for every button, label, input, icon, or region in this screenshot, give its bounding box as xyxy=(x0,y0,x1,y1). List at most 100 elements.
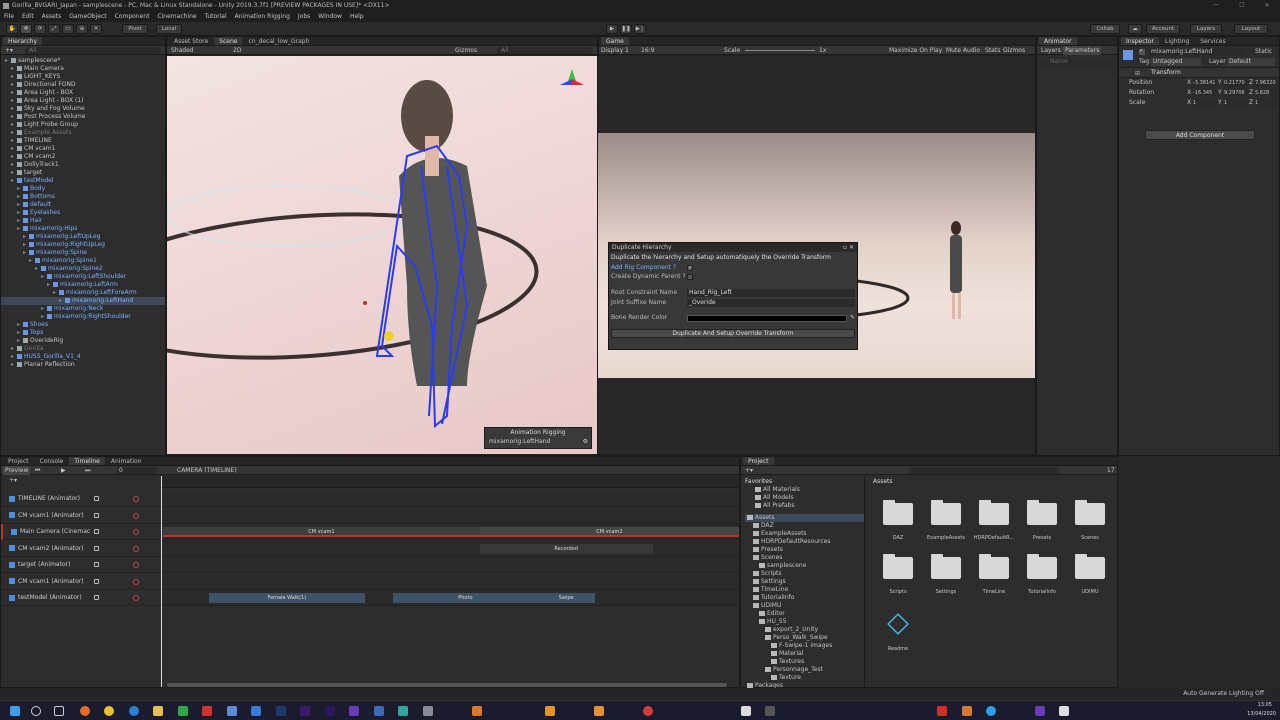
mail-icon[interactable] xyxy=(251,706,261,716)
record-icon[interactable] xyxy=(133,496,139,502)
edge-icon[interactable] xyxy=(129,706,139,716)
hierarchy-item[interactable]: ▸ Hair xyxy=(1,217,165,225)
hierarchy-item[interactable]: ▸ default xyxy=(1,201,165,209)
transform-x-field[interactable]: 1 xyxy=(1193,99,1217,107)
hierarchy-item[interactable]: ▸ Tops xyxy=(1,329,165,337)
hierarchy-item[interactable]: ▸ OverideRig xyxy=(1,337,165,345)
project-folder-item[interactable]: samplescene xyxy=(745,562,864,570)
project-folder-item[interactable]: Texture xyxy=(745,674,864,682)
folder-icon[interactable] xyxy=(883,554,913,579)
track-lane[interactable] xyxy=(163,491,739,507)
favorite-item[interactable]: All Models xyxy=(745,494,864,502)
hierarchy-item[interactable]: ▸ Bottoms xyxy=(1,193,165,201)
transform-z-field[interactable]: 1 xyxy=(1255,99,1279,107)
shading-mode-dropdown[interactable]: Shaded xyxy=(171,46,194,55)
project-folder-item[interactable]: Presets xyxy=(745,546,864,554)
timeline-track[interactable]: CM vcam1 (Animator) xyxy=(1,507,161,524)
bone-color-field[interactable] xyxy=(687,315,847,322)
firefox-icon[interactable] xyxy=(80,706,90,716)
tab-game[interactable]: Game xyxy=(601,37,629,45)
folder-icon[interactable] xyxy=(1027,500,1057,525)
project-folder-item[interactable]: Scenes xyxy=(745,554,864,562)
tab-project-bottom[interactable]: Project xyxy=(3,457,34,465)
record-icon[interactable] xyxy=(133,578,139,585)
app-icon-orange-2[interactable] xyxy=(545,706,555,716)
root-constraint-field[interactable]: Hand_Rig_Left xyxy=(687,289,855,297)
project-folder-item[interactable]: F-Swipe-1 images xyxy=(745,642,864,650)
add-track-button[interactable]: +▾ xyxy=(9,477,17,485)
app-icon-red-3[interactable] xyxy=(937,706,947,716)
add-rig-checkbox[interactable]: ✓ xyxy=(687,265,693,271)
hierarchy-item[interactable]: ▸ mixamorig:LeftHand xyxy=(1,297,165,305)
windows-start-icon[interactable] xyxy=(10,706,20,716)
timeline-track[interactable]: target (Animator) xyxy=(1,557,161,573)
project-folder-item[interactable]: Perso_Walk_Swipe xyxy=(745,634,864,642)
menu-cinemachine[interactable]: Cinemachine xyxy=(157,12,196,22)
track-lock-icon[interactable] xyxy=(94,562,99,567)
track-lock-icon[interactable] xyxy=(94,529,99,534)
playhead[interactable] xyxy=(161,476,162,687)
hierarchy-item[interactable]: ▸ Shoes xyxy=(1,321,165,329)
stats-toggle[interactable]: Stats xyxy=(985,46,1000,55)
favorites-header[interactable]: Favorites xyxy=(745,478,864,486)
timeline-clip[interactable]: Female Walk(1) xyxy=(209,593,365,603)
transform-z-field[interactable]: 7.96320 xyxy=(1255,79,1279,87)
dialog-maximize-icon[interactable]: ▫ xyxy=(843,244,847,251)
visual-studio-icon[interactable] xyxy=(1035,706,1045,716)
menu-file[interactable]: File xyxy=(4,12,14,22)
tab-shader-graph[interactable]: cn_decal_low_Graph xyxy=(243,37,314,45)
timeline-first-frame-icon[interactable]: ⏮ xyxy=(35,466,40,475)
timeline-ruler[interactable] xyxy=(161,476,739,488)
scale-tool-button[interactable]: ⤢ xyxy=(48,24,60,34)
local-toggle[interactable]: Local xyxy=(156,24,182,34)
hierarchy-item[interactable]: ▸ Sky and Fog Volume xyxy=(1,105,165,113)
project-folder-item[interactable]: HU_55 xyxy=(745,618,864,626)
scene-search-input[interactable]: All xyxy=(497,47,593,54)
explorer-icon[interactable] xyxy=(153,706,163,716)
track-lane[interactable] xyxy=(163,507,739,524)
project-folder-item[interactable]: UDIMU xyxy=(745,602,864,610)
timeline-clip[interactable]: Photo xyxy=(393,593,538,603)
tab-lighting[interactable]: Lighting xyxy=(1160,37,1194,45)
app-icon-purple[interactable] xyxy=(349,706,359,716)
tab-services[interactable]: Services xyxy=(1195,37,1230,45)
project-folder-item[interactable]: export_2_Unity xyxy=(745,626,864,634)
record-icon[interactable] xyxy=(133,562,139,568)
track-lock-icon[interactable] xyxy=(94,496,99,501)
folder-icon[interactable] xyxy=(883,500,913,525)
tab-console[interactable]: Console xyxy=(35,457,69,465)
duplicate-setup-button[interactable]: Duplicate And Setup Override Transform xyxy=(611,329,855,338)
aspect-dropdown[interactable]: 16:9 xyxy=(641,46,654,55)
step-button[interactable]: ▶❘ xyxy=(634,24,646,34)
tab-project[interactable]: Project xyxy=(743,457,774,465)
hierarchy-item[interactable]: ▸ mixamorig:Spine2 xyxy=(1,265,165,273)
timeline-play-icon[interactable]: ▶ xyxy=(61,466,66,475)
collab-button[interactable]: Collab xyxy=(1090,24,1120,34)
record-icon[interactable] xyxy=(133,512,139,519)
track-lock-icon[interactable] xyxy=(94,595,99,600)
create-button[interactable]: +▾ xyxy=(5,46,13,55)
overlay-settings-icon[interactable]: ⚙ xyxy=(583,438,588,445)
create-parent-checkbox[interactable] xyxy=(687,274,693,280)
hierarchy-item[interactable]: ▸ mixamorig:Hips xyxy=(1,225,165,233)
hierarchy-item[interactable]: ▸ Directional FOND xyxy=(1,81,165,89)
hierarchy-item[interactable]: ▸ Area Light - BOX xyxy=(1,89,165,97)
hierarchy-item[interactable]: ▸ Post Process Volume xyxy=(1,113,165,121)
folder-icon[interactable] xyxy=(979,500,1009,525)
app-icon-green[interactable] xyxy=(178,706,188,716)
hierarchy-item[interactable]: ▸ mixamorig:RightUpLeg xyxy=(1,241,165,249)
hierarchy-item[interactable]: ▸ Main Camera xyxy=(1,65,165,73)
hierarchy-item[interactable]: ▸ mixamorig:LeftForeArm xyxy=(1,289,165,297)
tab-asset-store[interactable]: Asset Store xyxy=(169,37,213,45)
scale-slider[interactable] xyxy=(745,50,815,51)
menu-tutorial[interactable]: Tutorial xyxy=(205,12,227,22)
hierarchy-item[interactable]: ▸ HUSS_Gorilla_V1_4 xyxy=(1,353,165,361)
menu-help[interactable]: Help xyxy=(350,12,364,22)
cloud-icon[interactable]: ☁ xyxy=(1128,24,1142,34)
minimize-icon[interactable]: ─ xyxy=(1203,0,1229,12)
tag-dropdown[interactable]: Untagged xyxy=(1151,58,1201,66)
hierarchy-item[interactable]: ▸ CM vcam1 xyxy=(1,145,165,153)
app-icon-teal[interactable] xyxy=(398,706,408,716)
project-folder-item[interactable]: DAZ xyxy=(745,522,864,530)
chrome-icon[interactable] xyxy=(104,706,114,716)
